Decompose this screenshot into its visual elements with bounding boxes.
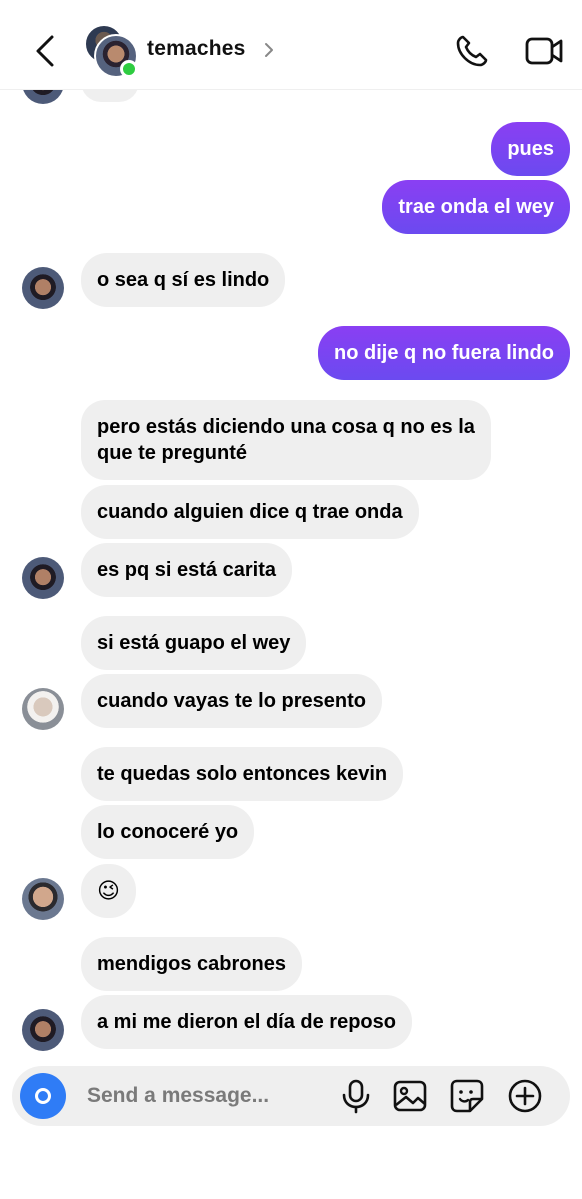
online-status-dot: [120, 60, 138, 78]
message-bubble-outgoing[interactable]: trae onda el wey: [382, 180, 570, 234]
message-bubble-outgoing[interactable]: pues: [491, 122, 570, 176]
message-bubble-incoming[interactable]: lo conoceré yo: [81, 805, 255, 859]
message-composer: Send a message...: [12, 1066, 570, 1126]
message-bubble-incoming[interactable]: a mi me dieron el día de reposo: [81, 995, 412, 1049]
camera-button[interactable]: [20, 1073, 66, 1119]
contact-name[interactable]: temaches: [147, 37, 246, 61]
contact-avatar[interactable]: [84, 24, 140, 80]
message-bubble-incoming[interactable]: mendigos cabrones: [81, 937, 302, 991]
message-bubble-incoming[interactable]: pero estás diciendo una cosa q no es la …: [81, 400, 491, 480]
camera-icon: [35, 1088, 51, 1104]
message-bubble-outgoing[interactable]: no dije q no fuera lindo: [318, 326, 570, 380]
chevron-left-icon[interactable]: [30, 33, 60, 69]
message-bubble-incoming[interactable]: 😉: [81, 864, 136, 918]
avatar: [22, 557, 64, 599]
sticker-icon[interactable]: [449, 1078, 485, 1114]
message-bubble-incoming[interactable]: cuando vayas te lo presento: [81, 674, 382, 728]
avatar: [22, 267, 64, 309]
plus-circle-icon[interactable]: [507, 1078, 543, 1114]
avatar: [22, 1009, 64, 1051]
chat-header: temaches: [0, 0, 582, 90]
message-bubble-incoming[interactable]: es pq si está carita: [81, 543, 292, 597]
message-bubble-incoming[interactable]: cuando alguien dice q trae onda: [81, 485, 419, 539]
avatar: [22, 688, 64, 730]
image-icon[interactable]: [392, 1078, 428, 1114]
microphone-icon[interactable]: [338, 1078, 374, 1114]
phone-icon[interactable]: [454, 33, 490, 69]
message-bubble-incoming[interactable]: si está guapo el wey: [81, 616, 307, 670]
avatar: [22, 878, 64, 920]
message-bubble-incoming[interactable]: o sea q sí es lindo: [81, 253, 286, 307]
video-camera-icon[interactable]: [524, 34, 564, 68]
chevron-right-icon[interactable]: [262, 41, 276, 59]
message-input[interactable]: Send a message...: [87, 1084, 269, 1108]
message-bubble-incoming[interactable]: te quedas solo entonces kevin: [81, 747, 404, 801]
